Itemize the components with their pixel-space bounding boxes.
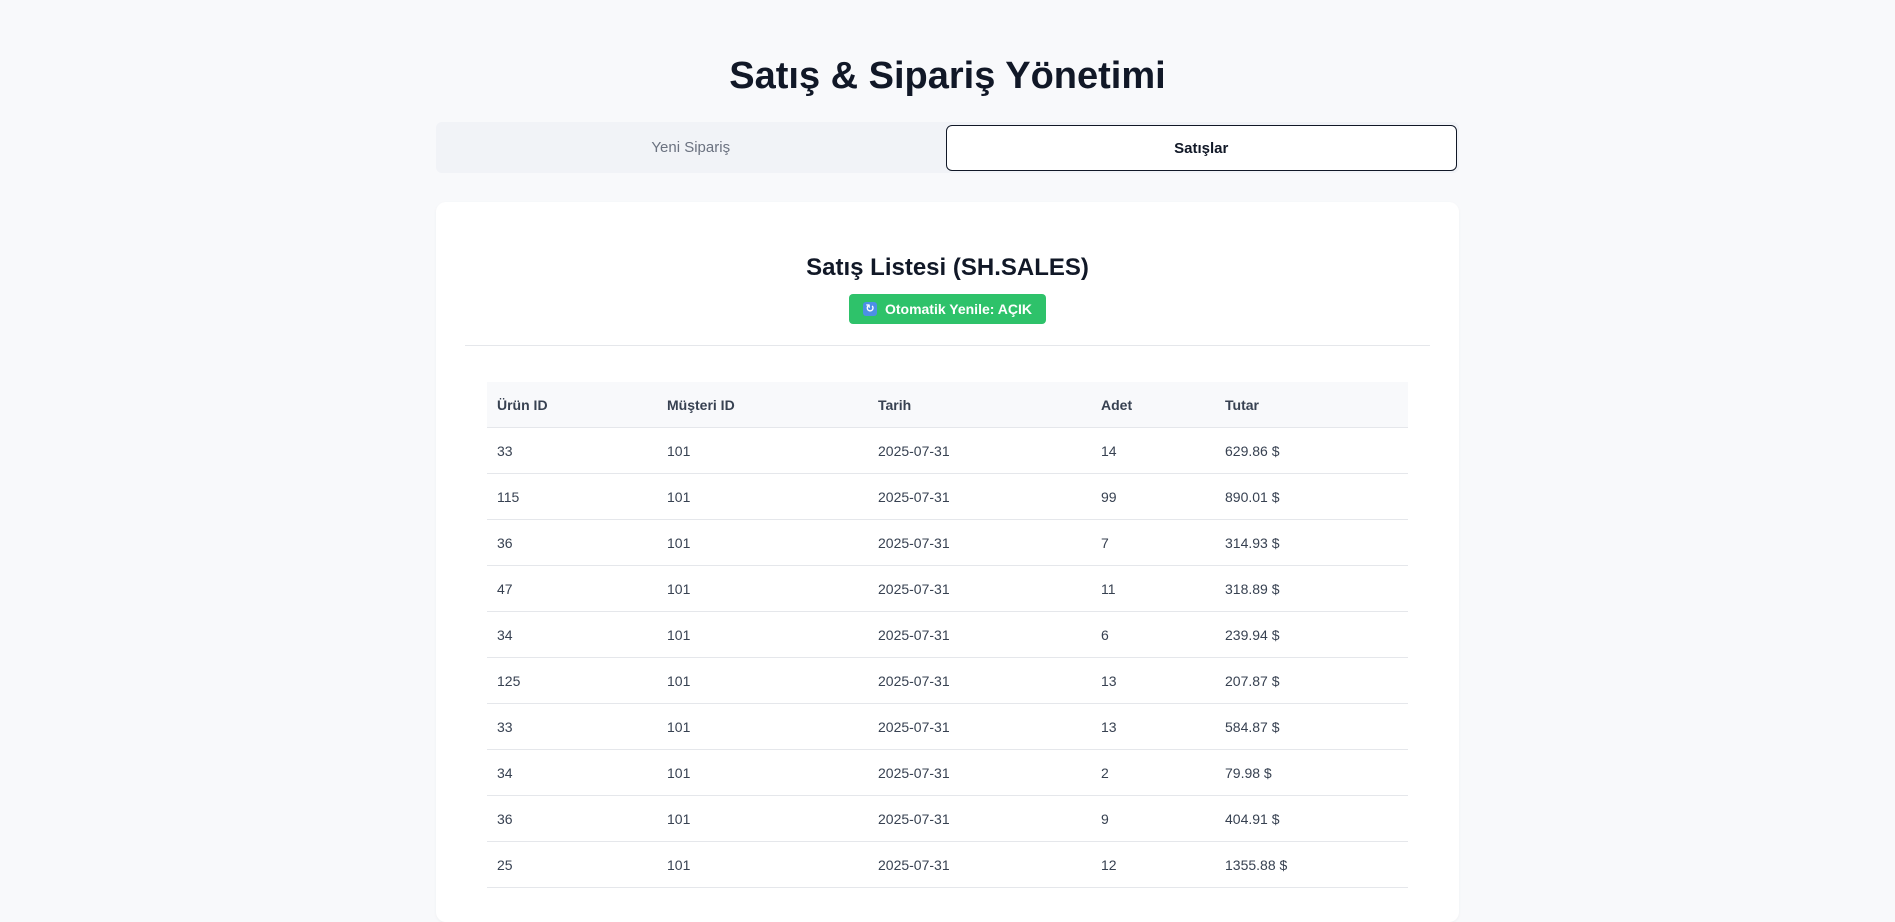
column-header-quantity: Adet (1091, 382, 1215, 428)
cell-customer-id: 101 (657, 795, 868, 842)
column-header-product-id: Ürün ID (487, 382, 657, 428)
cell-product-id: 33 (487, 703, 657, 750)
cell-product-id: 47 (487, 565, 657, 612)
cell-date: 2025-07-31 (868, 473, 1091, 520)
cell-date: 2025-07-31 (868, 749, 1091, 796)
table-row: 115 101 2025-07-31 99 890.01 $ (487, 473, 1408, 520)
cell-product-id: 25 (487, 841, 657, 888)
cell-quantity: 2 (1091, 749, 1215, 796)
cell-product-id: 34 (487, 749, 657, 796)
cell-date: 2025-07-31 (868, 611, 1091, 658)
cell-amount: 404.91 $ (1215, 795, 1408, 842)
tab-bar: Yeni Sipariş Satışlar (436, 122, 1459, 173)
cell-customer-id: 101 (657, 703, 868, 750)
table-row: 25 101 2025-07-31 12 1355.88 $ (487, 841, 1408, 888)
cell-date: 2025-07-31 (868, 565, 1091, 612)
cell-quantity: 13 (1091, 657, 1215, 704)
column-header-amount: Tutar (1215, 382, 1408, 428)
table-row: 36 101 2025-07-31 9 404.91 $ (487, 795, 1408, 842)
cell-quantity: 99 (1091, 473, 1215, 520)
table-header-row: Ürün ID Müşteri ID Tarih Adet Tutar (487, 382, 1408, 428)
table-row: 47 101 2025-07-31 11 318.89 $ (487, 565, 1408, 612)
auto-refresh-label: Otomatik Yenile: AÇIK (884, 301, 1033, 317)
table-row: 34 101 2025-07-31 2 79.98 $ (487, 749, 1408, 796)
table-row: 125 101 2025-07-31 13 207.87 $ (487, 657, 1408, 704)
page-title: Satış & Sipariş Yönetimi (729, 55, 1166, 97)
cell-amount: 207.87 $ (1215, 657, 1408, 704)
cell-product-id: 125 (487, 657, 657, 704)
tab-sales[interactable]: Satışlar (945, 125, 1457, 171)
cell-date: 2025-07-31 (868, 427, 1091, 474)
cell-amount: 79.98 $ (1215, 749, 1408, 796)
table-row: 36 101 2025-07-31 7 314.93 $ (487, 519, 1408, 566)
cell-customer-id: 101 (657, 749, 868, 796)
cell-customer-id: 101 (657, 519, 868, 566)
cell-quantity: 11 (1091, 565, 1215, 612)
cell-customer-id: 101 (657, 473, 868, 520)
cell-date: 2025-07-31 (868, 519, 1091, 566)
cell-date: 2025-07-31 (868, 795, 1091, 842)
sales-list-title: Satış Listesi (SH.SALES) (806, 254, 1089, 281)
cell-quantity: 13 (1091, 703, 1215, 750)
table-row: 33 101 2025-07-31 14 629.86 $ (487, 427, 1408, 474)
table-row: 34 101 2025-07-31 6 239.94 $ (487, 611, 1408, 658)
section-divider (465, 345, 1430, 346)
cell-date: 2025-07-31 (868, 657, 1091, 704)
cell-amount: 890.01 $ (1215, 473, 1408, 520)
cell-customer-id: 101 (657, 427, 868, 474)
cell-customer-id: 101 (657, 657, 868, 704)
cell-quantity: 14 (1091, 427, 1215, 474)
cell-amount: 1355.88 $ (1215, 841, 1408, 888)
cell-quantity: 9 (1091, 795, 1215, 842)
cell-quantity: 6 (1091, 611, 1215, 658)
cell-customer-id: 101 (657, 565, 868, 612)
tab-new-order[interactable]: Yeni Sipariş (436, 122, 946, 173)
cell-product-id: 115 (487, 473, 657, 520)
cell-product-id: 33 (487, 427, 657, 474)
cell-amount: 318.89 $ (1215, 565, 1408, 612)
cell-product-id: 36 (487, 519, 657, 566)
cell-customer-id: 101 (657, 841, 868, 888)
cell-customer-id: 101 (657, 611, 868, 658)
sales-table: Ürün ID Müşteri ID Tarih Adet Tutar 33 1… (487, 382, 1408, 888)
cell-quantity: 12 (1091, 841, 1215, 888)
cell-product-id: 34 (487, 611, 657, 658)
cell-amount: 629.86 $ (1215, 427, 1408, 474)
column-header-customer-id: Müşteri ID (657, 382, 868, 428)
cell-product-id: 36 (487, 795, 657, 842)
cell-date: 2025-07-31 (868, 703, 1091, 750)
table-row: 33 101 2025-07-31 13 584.87 $ (487, 703, 1408, 750)
cell-date: 2025-07-31 (868, 841, 1091, 888)
cell-amount: 314.93 $ (1215, 519, 1408, 566)
cell-quantity: 7 (1091, 519, 1215, 566)
cell-amount: 239.94 $ (1215, 611, 1408, 658)
refresh-icon: ↻ (862, 302, 877, 316)
auto-refresh-toggle[interactable]: ↻ Otomatik Yenile: AÇIK (849, 294, 1046, 324)
cell-amount: 584.87 $ (1215, 703, 1408, 750)
column-header-date: Tarih (868, 382, 1091, 428)
